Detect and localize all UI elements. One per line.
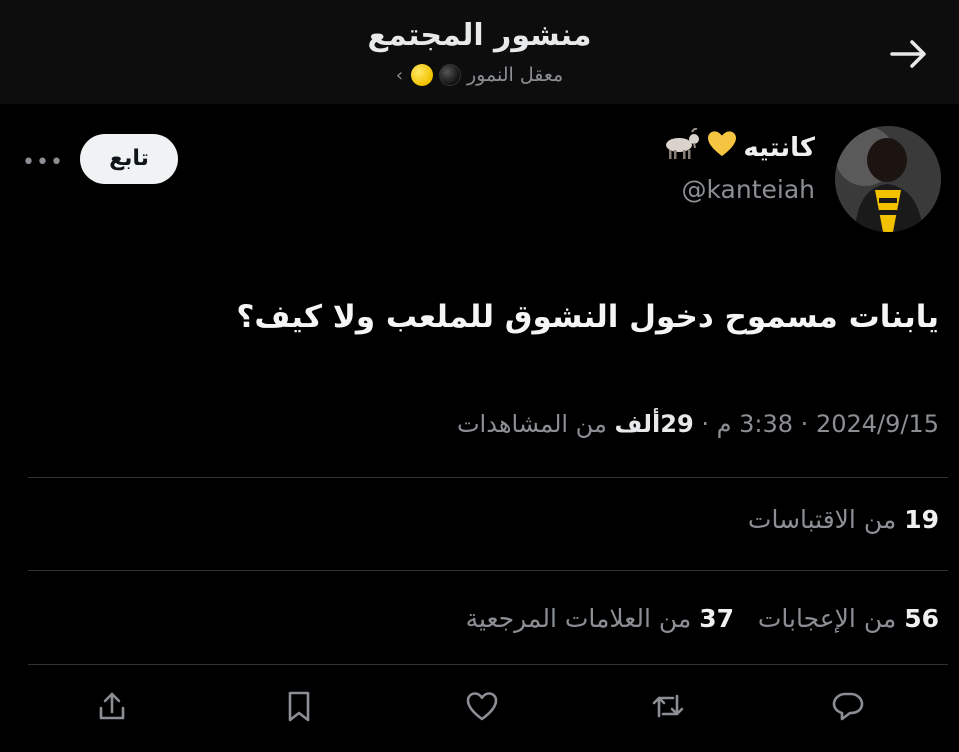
quotes-label: من الاقتباسات (747, 505, 897, 534)
reply-icon[interactable] (830, 688, 870, 728)
goat-icon (661, 127, 701, 167)
chevron-left-icon: › (395, 64, 404, 86)
follow-button[interactable]: تابع (80, 134, 178, 184)
more-horizontal-icon[interactable]: ••• (22, 150, 64, 175)
like-icon[interactable] (464, 688, 504, 728)
quotes-stat[interactable]: 19 من الاقتباسات (748, 505, 939, 534)
action-bar (0, 688, 959, 738)
bookmark-icon[interactable] (281, 688, 321, 728)
likes-count[interactable]: 56 (904, 604, 939, 633)
author-block[interactable]: كانتيه @kanteiah (661, 127, 816, 204)
meta-separator: · (701, 410, 709, 438)
share-icon[interactable] (94, 688, 134, 728)
page-title: منشور المجتمع (367, 18, 592, 53)
top-bar: منشور المجتمع معقل النمور › (0, 0, 959, 104)
black-circle-icon (439, 64, 462, 86)
tweet-date: 2024/9/15 (815, 410, 939, 438)
retweet-icon[interactable] (650, 688, 690, 728)
tweet-time: 3:38 م (716, 410, 794, 438)
author-handle: @kanteiah (681, 175, 816, 204)
quotes-count: 19 (904, 505, 939, 534)
views-label: من المشاهدات (456, 410, 607, 438)
likes-label[interactable]: من الإعجابات (758, 604, 896, 633)
tweet-meta: 2024/9/15 · 3:38 م · 29ألف من المشاهدات (457, 410, 939, 438)
back-arrow-icon[interactable] (884, 30, 932, 78)
avatar[interactable] (835, 126, 941, 232)
divider (28, 570, 948, 571)
author-name: كانتيه (743, 132, 815, 163)
bookmarks-count[interactable]: 37 (699, 604, 734, 633)
tweet-text: يابنات مسموح دخول النشوق للملعب ولا كيف؟ (236, 299, 939, 335)
community-link[interactable]: معقل النمور › (0, 64, 959, 86)
community-name: معقل النمور (467, 64, 564, 86)
meta-separator: · (800, 410, 809, 438)
views-count[interactable]: 29ألف (614, 410, 693, 438)
divider (28, 477, 948, 478)
yellow-circle-icon (411, 64, 434, 86)
divider (28, 664, 948, 665)
bookmarks-label[interactable]: من العلامات المرجعية (466, 604, 692, 633)
yellow-heart-icon (707, 130, 737, 165)
engagement-stats: 56 من الإعجابات 37 من العلامات المرجعية (466, 604, 939, 633)
author-name-row: كانتيه (661, 127, 815, 167)
